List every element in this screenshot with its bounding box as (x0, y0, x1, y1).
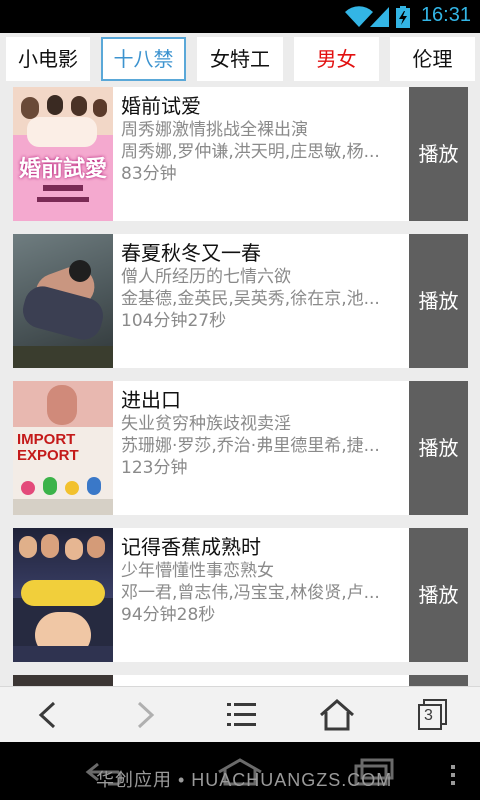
watermark-text: 华创应用 • HUACHUANGZS.COM (96, 770, 393, 790)
system-nav-bar: 华创应用 • HUACHUANGZS.COM (0, 742, 480, 800)
poster-title-1: IMPORT (17, 431, 76, 448)
windows-icon (418, 699, 447, 730)
movie-cast: 金基德,金英民,吴英秀,徐在京,池... (121, 289, 380, 309)
movie-duration: 104分钟27秒 (121, 311, 227, 331)
movie-info: 婚前试爱 周秀娜激情挑战全裸出演 周秀娜,罗仲谦,洪天明,庄思敏,杨... 83… (121, 93, 406, 185)
play-button[interactable]: 播放 (409, 528, 468, 662)
movie-list: 婚前試愛 婚前试爱 周秀娜激情挑战全裸出演 周秀娜,罗仲谦,洪天明,庄思敏,杨.… (0, 86, 480, 686)
movie-poster: 婚前試愛 (13, 87, 113, 221)
movie-title: 春夏秋冬又一春 (121, 241, 261, 265)
signal-icon (370, 7, 389, 27)
movie-tagline: 僧人所经历的七情六欲 (121, 267, 291, 287)
play-button[interactable]: 播放 (409, 87, 468, 221)
tab-xiaodianying[interactable]: 小电影 (6, 37, 90, 81)
movie-tagline: 失业贫穷种族歧视卖淫 (121, 414, 291, 434)
home-icon[interactable] (315, 695, 359, 735)
list-item[interactable]: 春夏秋冬又一春 僧人所经历的七情六欲 金基德,金英民,吴英秀,徐在京,池... … (13, 234, 468, 368)
movie-cast: 苏珊娜·罗莎,乔治·弗里德里希,捷... (121, 436, 380, 456)
menu-list-icon[interactable] (219, 695, 263, 735)
movie-tagline: 周秀娜激情挑战全裸出演 (121, 120, 308, 140)
movie-info: 进出口 失业贫穷种族歧视卖淫 苏珊娜·罗莎,乔治·弗里德里希,捷... 123分… (121, 387, 406, 479)
tab-nannv[interactable]: 男女 (294, 37, 379, 81)
movie-info: 记得香蕉成熟时 少年懵懂性事恋熟女 邓一君,曾志伟,冯宝宝,林俊贤,卢... 9… (121, 534, 406, 626)
tabs-count: 3 (424, 707, 433, 724)
list-item[interactable]: 婚前試愛 婚前试爱 周秀娜激情挑战全裸出演 周秀娜,罗仲谦,洪天明,庄思敏,杨.… (13, 87, 468, 221)
movie-poster: IMPORT EXPORT (13, 381, 113, 515)
forward-arrow-icon[interactable] (123, 695, 167, 735)
back-arrow-icon[interactable] (26, 695, 70, 735)
tab-nvtegong[interactable]: 女特工 (197, 37, 283, 81)
status-time: 16:31 (420, 4, 471, 26)
movie-title: 进出口 (121, 388, 181, 412)
tab-shibajin[interactable]: 十八禁 (101, 37, 186, 81)
movie-title: 婚前试爱 (121, 94, 201, 118)
overflow-menu-icon[interactable] (448, 764, 458, 786)
poster-title-2: EXPORT (17, 447, 79, 464)
movie-title: 记得香蕉成熟时 (121, 535, 261, 559)
play-button[interactable]: 播放 (409, 381, 468, 515)
movie-poster (13, 675, 113, 686)
status-bar: 16:31 (0, 0, 480, 33)
movie-poster (13, 234, 113, 368)
movie-cast: 邓一君,曾志伟,冯宝宝,林俊贤,卢... (121, 583, 380, 603)
play-button[interactable] (409, 675, 468, 686)
list-item[interactable]: 记得香蕉成熟时 少年懵懂性事恋熟女 邓一君,曾志伟,冯宝宝,林俊贤,卢... 9… (13, 528, 468, 662)
movie-info: 春夏秋冬又一春 僧人所经历的七情六欲 金基德,金英民,吴英秀,徐在京,池... … (121, 240, 406, 332)
battery-charging-icon (396, 6, 410, 28)
list-item[interactable]: IMPORT EXPORT 进出口 失业贫穷种族歧视卖淫 苏珊娜·罗莎,乔治·弗… (13, 381, 468, 515)
tab-lunli[interactable]: 伦理 (390, 37, 475, 81)
play-button[interactable]: 播放 (409, 234, 468, 368)
movie-duration: 94分钟28秒 (121, 605, 216, 625)
poster-title: 婚前試愛 (18, 157, 107, 182)
movie-duration: 123分钟 (121, 458, 188, 478)
list-item[interactable] (13, 675, 468, 686)
movie-cast: 周秀娜,罗仲谦,洪天明,庄思敏,杨... (121, 142, 380, 162)
movie-duration: 83分钟 (121, 164, 177, 184)
category-tabs: 小电影 十八禁 女特工 男女 伦理 (0, 33, 480, 86)
movie-poster (13, 528, 113, 662)
bottom-nav: 3 (0, 686, 480, 742)
tabs-count-button[interactable]: 3 (414, 695, 458, 735)
movie-tagline: 少年懵懂性事恋熟女 (121, 561, 274, 581)
screen: { "status": { "time": "16:31", "battery_… (0, 0, 480, 800)
